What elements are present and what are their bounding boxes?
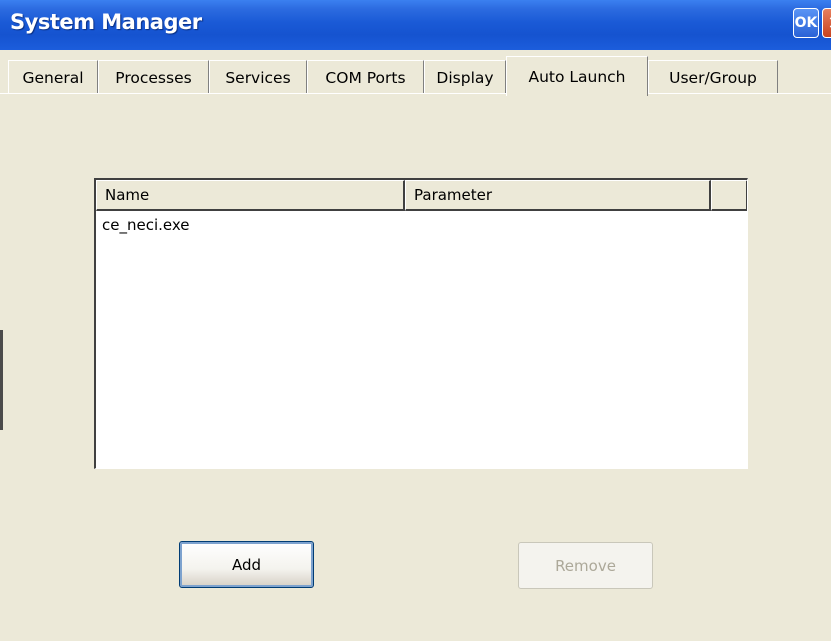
add-button[interactable]: Add	[179, 541, 314, 588]
tab-label: Services	[225, 68, 291, 87]
tab-label: COM Ports	[325, 68, 406, 87]
close-icon: ✕	[827, 13, 831, 34]
ok-button[interactable]: OK	[793, 8, 819, 38]
auto-launch-list[interactable]: Name Parameter ce_neci.exe	[94, 178, 748, 469]
tab-label: General	[22, 68, 84, 87]
list-item-name: ce_neci.exe	[102, 216, 190, 234]
tab-com-ports[interactable]: COM Ports	[307, 60, 424, 94]
tab-services[interactable]: Services	[209, 60, 307, 94]
list-item[interactable]: ce_neci.exe	[102, 213, 190, 237]
column-header-label: Name	[105, 186, 150, 204]
tab-label: Display	[436, 68, 494, 87]
add-button-label: Add	[231, 555, 262, 574]
column-header-parameter[interactable]: Parameter	[405, 180, 711, 211]
remove-button[interactable]: Remove	[518, 542, 653, 589]
list-header: Name Parameter	[96, 180, 747, 211]
column-header-label: Parameter	[414, 186, 493, 204]
system-manager-window: System Manager OK ✕ General Processes Se…	[0, 0, 831, 641]
tab-display[interactable]: Display	[424, 60, 506, 94]
tab-processes[interactable]: Processes	[98, 60, 209, 94]
remove-button-label: Remove	[555, 556, 616, 575]
title-bar: System Manager OK ✕	[0, 0, 831, 50]
window-edge-divider	[0, 330, 3, 430]
tab-baseline	[0, 93, 831, 94]
column-header-filler	[711, 180, 747, 211]
window-title: System Manager	[10, 10, 202, 34]
tab-strip: General Processes Services COM Ports Dis…	[0, 50, 831, 96]
ok-icon: OK	[794, 15, 818, 31]
column-header-name[interactable]: Name	[96, 180, 405, 211]
tab-general[interactable]: General	[8, 60, 98, 94]
tab-label: User/Group	[669, 68, 757, 87]
tab-user-group[interactable]: User/Group	[648, 60, 778, 94]
tab-label: Auto Launch	[528, 67, 626, 86]
tab-label: Processes	[115, 68, 192, 87]
close-button[interactable]: ✕	[822, 8, 831, 38]
tab-auto-launch[interactable]: Auto Launch	[506, 56, 648, 96]
